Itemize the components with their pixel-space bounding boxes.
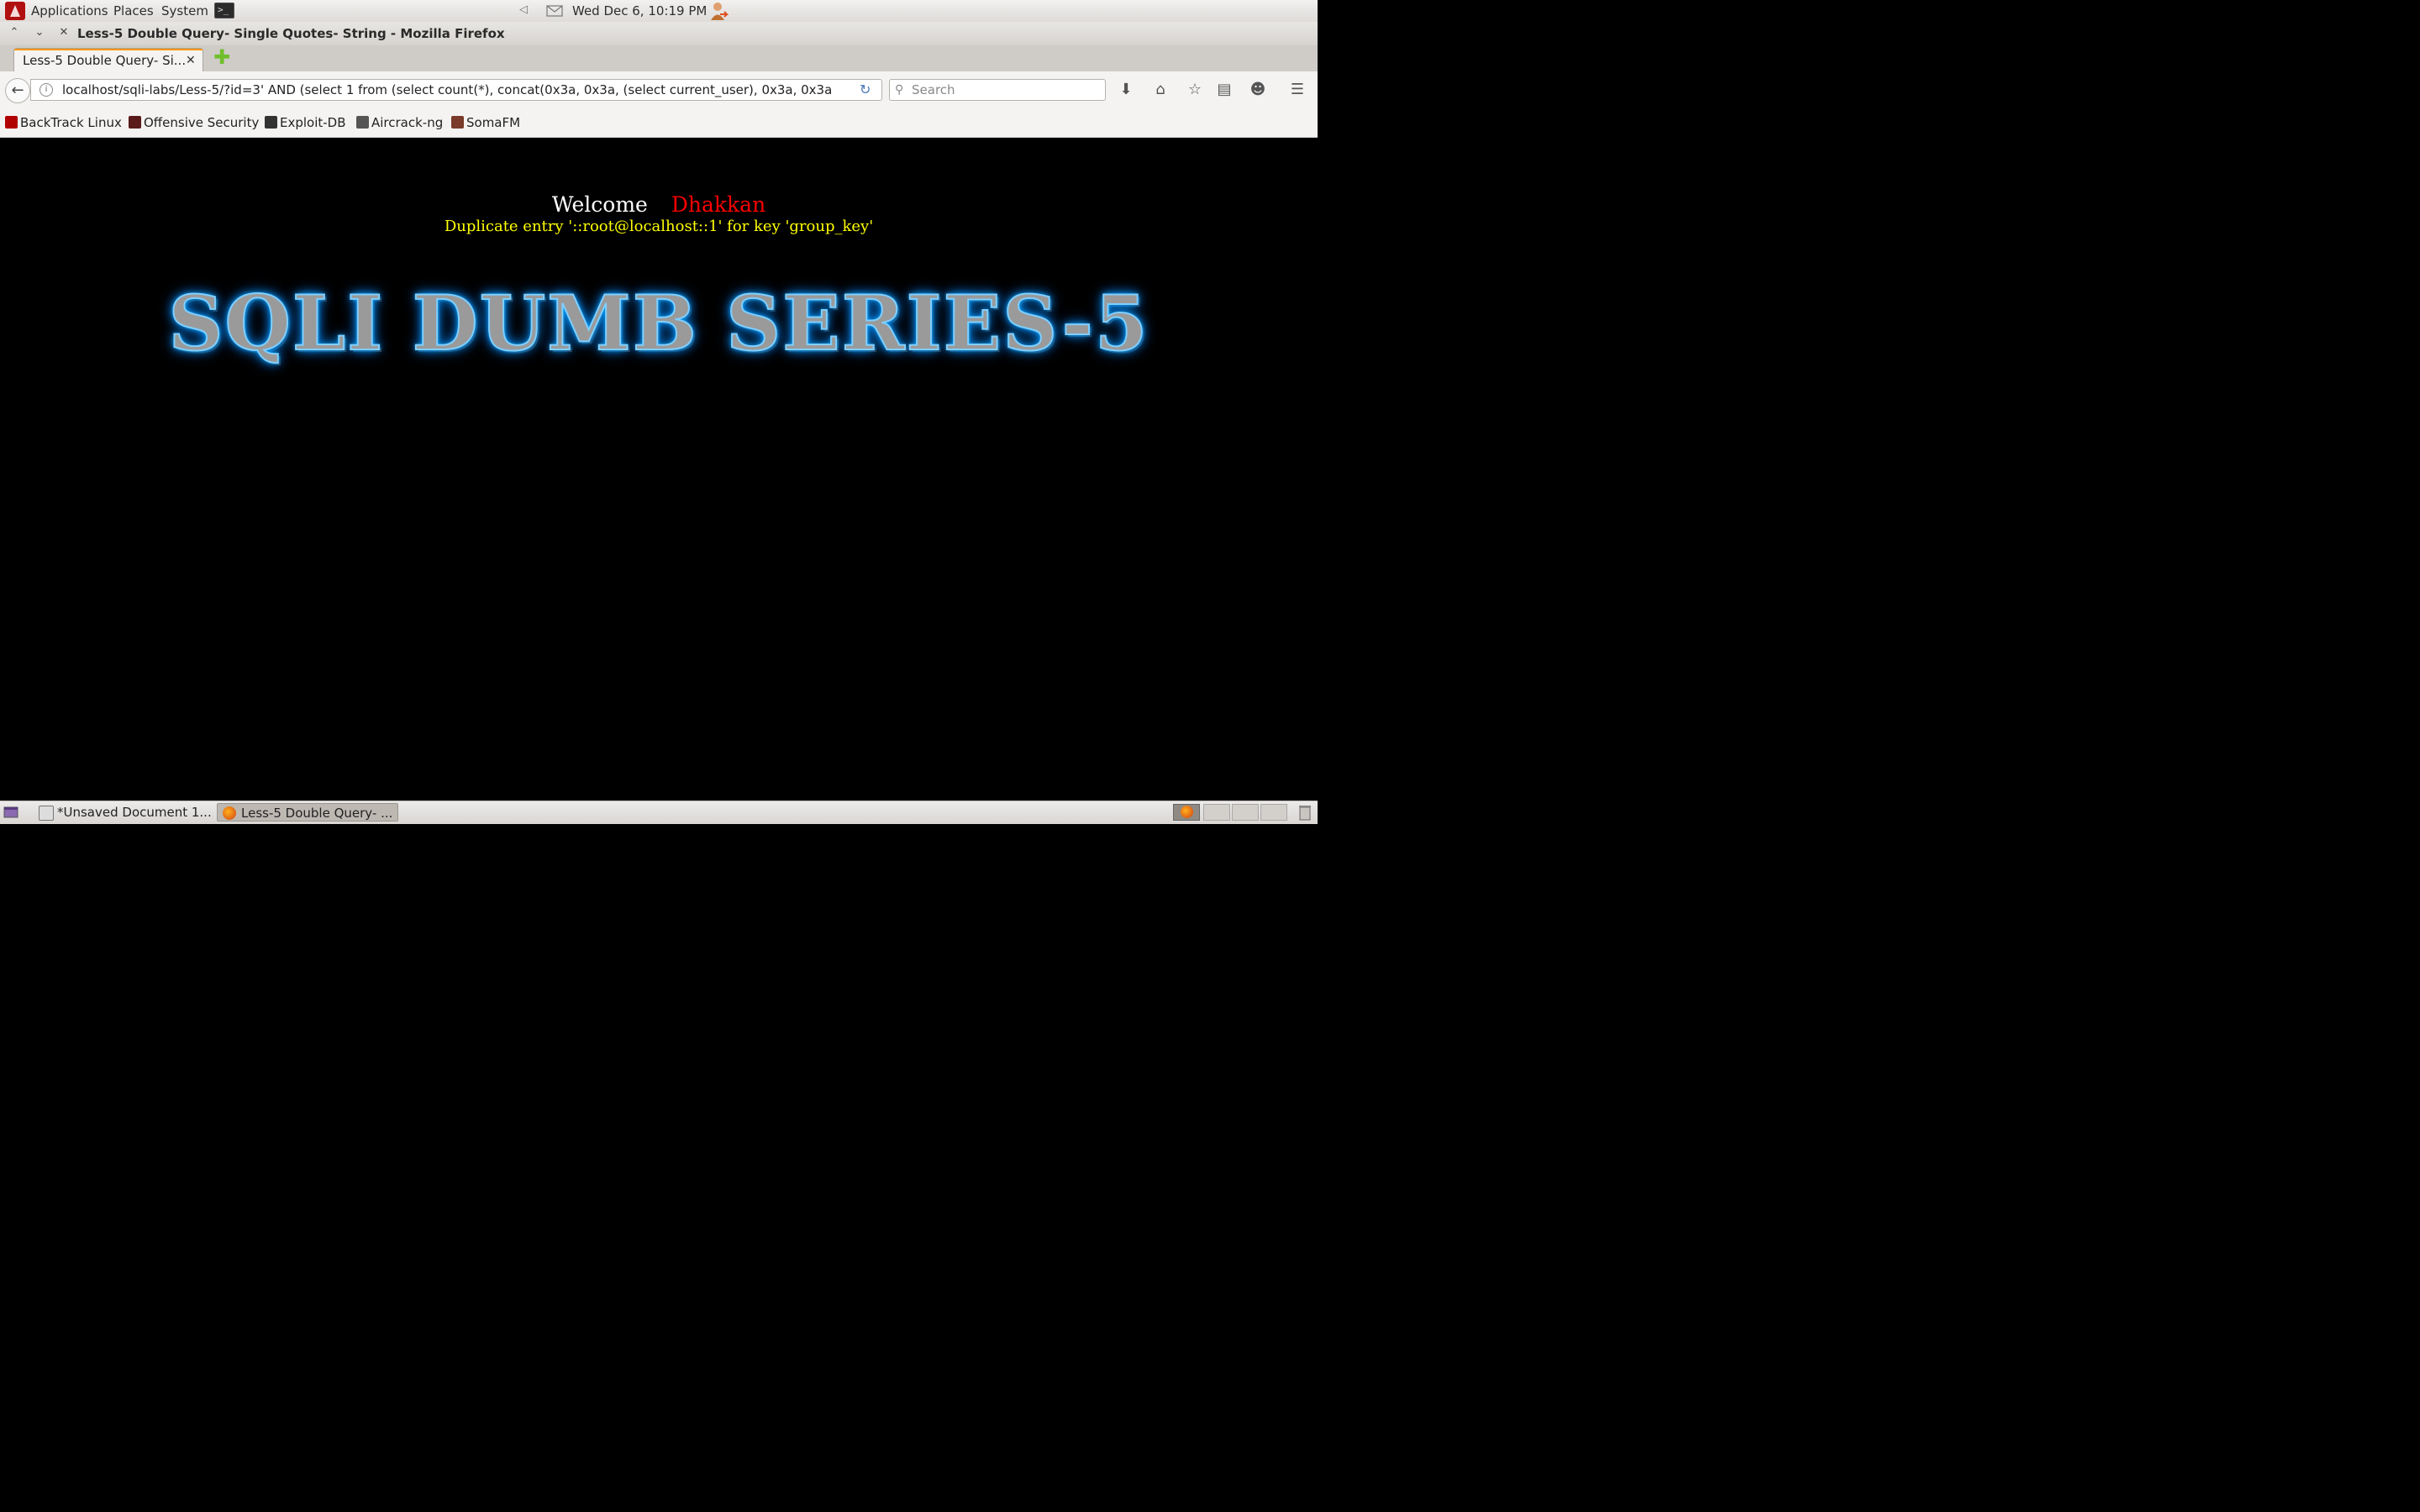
sql-error-message: Duplicate entry '::root@localhost::1' fo… [444,218,874,235]
places-menu[interactable]: Places [113,3,154,19]
show-desktop-icon[interactable] [3,806,18,819]
series-banner: SQLI DUMB SERIES-5 [167,279,1150,368]
bookmark-somafm[interactable]: SomaFM [451,114,520,131]
bookmark-offensive-security[interactable]: Offensive Security [129,114,259,131]
system-menu[interactable]: System [161,3,208,19]
back-arrow-icon: ← [11,81,24,99]
welcome-line: Welcome Dhakkan [0,192,1318,218]
workspace-2[interactable] [1203,804,1230,821]
applications-menu[interactable]: Applications [31,3,108,19]
bookmark-label: SomaFM [466,115,521,130]
text-editor-icon [39,806,54,821]
bookmark-label: Aircrack-ng [371,115,444,130]
bookmark-label: Offensive Security [144,115,260,130]
bookmark-exploit-db[interactable]: Exploit-DB [265,114,346,131]
user-icon[interactable] [708,1,729,21]
taskbar-item-label: Less-5 Double Query- ... [241,806,393,821]
backtrack-favicon-icon [5,116,18,129]
volume-icon[interactable]: ◁ [519,3,528,16]
bookmarks-menu-icon[interactable]: ▤ [1215,81,1234,99]
somafm-favicon-icon [451,116,464,129]
terminal-icon[interactable]: >_ [214,3,234,18]
new-tab-icon[interactable]: ✚ [213,47,230,67]
maximize-icon[interactable]: ⌃ [7,25,22,40]
firefox-mini-icon [1181,806,1193,818]
clock[interactable]: Wed Dec 6, 10:19 PM [572,3,707,19]
bookmark-backtrack-linux[interactable]: BackTrack Linux [5,114,122,131]
taskbar-item-label: *Unsaved Document 1... [57,805,212,820]
workspace-3[interactable] [1232,804,1259,821]
bookmarks-toolbar: BackTrack Linux Offensive Security Explo… [0,108,1318,138]
back-button[interactable]: ← [5,78,30,103]
tab-active-indicator [14,49,203,50]
navigation-bar: i localhost/sqli-labs/Less-5/?id=3' AND … [0,71,1318,109]
mail-icon[interactable] [546,5,563,17]
tab-less-5[interactable]: Less-5 Double Query- Si... ✕ [13,48,203,71]
tab-label: Less-5 Double Query- Si... [23,53,187,68]
bookmark-aircrack-ng[interactable]: Aircrack-ng [356,114,443,131]
workspace-1[interactable] [1173,804,1200,821]
downloads-icon[interactable]: ⬇ [1117,81,1135,99]
hello-chat-icon[interactable]: ☻ [1249,81,1267,99]
search-placeholder: Search [912,82,955,97]
reload-icon[interactable]: ↻ [860,82,871,97]
url-text[interactable]: localhost/sqli-labs/Less-5/?id=3' AND (s… [62,82,832,97]
bookmark-star-icon[interactable]: ☆ [1186,81,1204,99]
workspace-4[interactable] [1260,804,1287,821]
hamburger-menu-icon[interactable]: ☰ [1288,81,1307,99]
page-content [0,138,1318,801]
search-icon: ⚲ [895,83,904,97]
minimize-icon[interactable]: ⌄ [32,25,47,40]
taskbar: *Unsaved Document 1... Less-5 Double Que… [0,801,1318,824]
taskbar-item-unsaved-document[interactable]: *Unsaved Document 1... [34,803,213,822]
welcome-text: Welcome [551,192,648,217]
exploit-db-favicon-icon [265,116,277,129]
top-panel: Applications Places System >_ ◁ Wed Dec … [0,0,1318,23]
url-bar[interactable]: i localhost/sqli-labs/Less-5/?id=3' AND … [30,79,882,101]
site-info-icon[interactable]: i [39,83,53,97]
home-icon[interactable]: ⌂ [1151,81,1170,99]
bookmark-label: Exploit-DB [280,115,346,130]
tab-strip: Less-5 Double Query- Si... ✕ [0,45,1318,71]
close-window-icon[interactable]: ✕ [56,25,71,40]
offensive-security-favicon-icon [129,116,141,129]
taskbar-item-firefox[interactable]: Less-5 Double Query- ... [217,803,398,822]
aircrack-favicon-icon [356,116,369,129]
backtrack-logo-icon[interactable] [3,0,27,22]
firefox-icon [223,806,236,820]
tab-close-icon[interactable]: ✕ [186,53,196,68]
trash-icon[interactable] [1298,804,1312,821]
user-name: Dhakkan [671,192,766,217]
search-box[interactable]: ⚲ Search [889,79,1106,101]
window-title: Less-5 Double Query- Single Quotes- Stri… [77,26,505,41]
bookmark-label: BackTrack Linux [20,115,122,130]
window-title-bar: ⌃ ⌄ ✕ Less-5 Double Query- Single Quotes… [0,22,1318,46]
